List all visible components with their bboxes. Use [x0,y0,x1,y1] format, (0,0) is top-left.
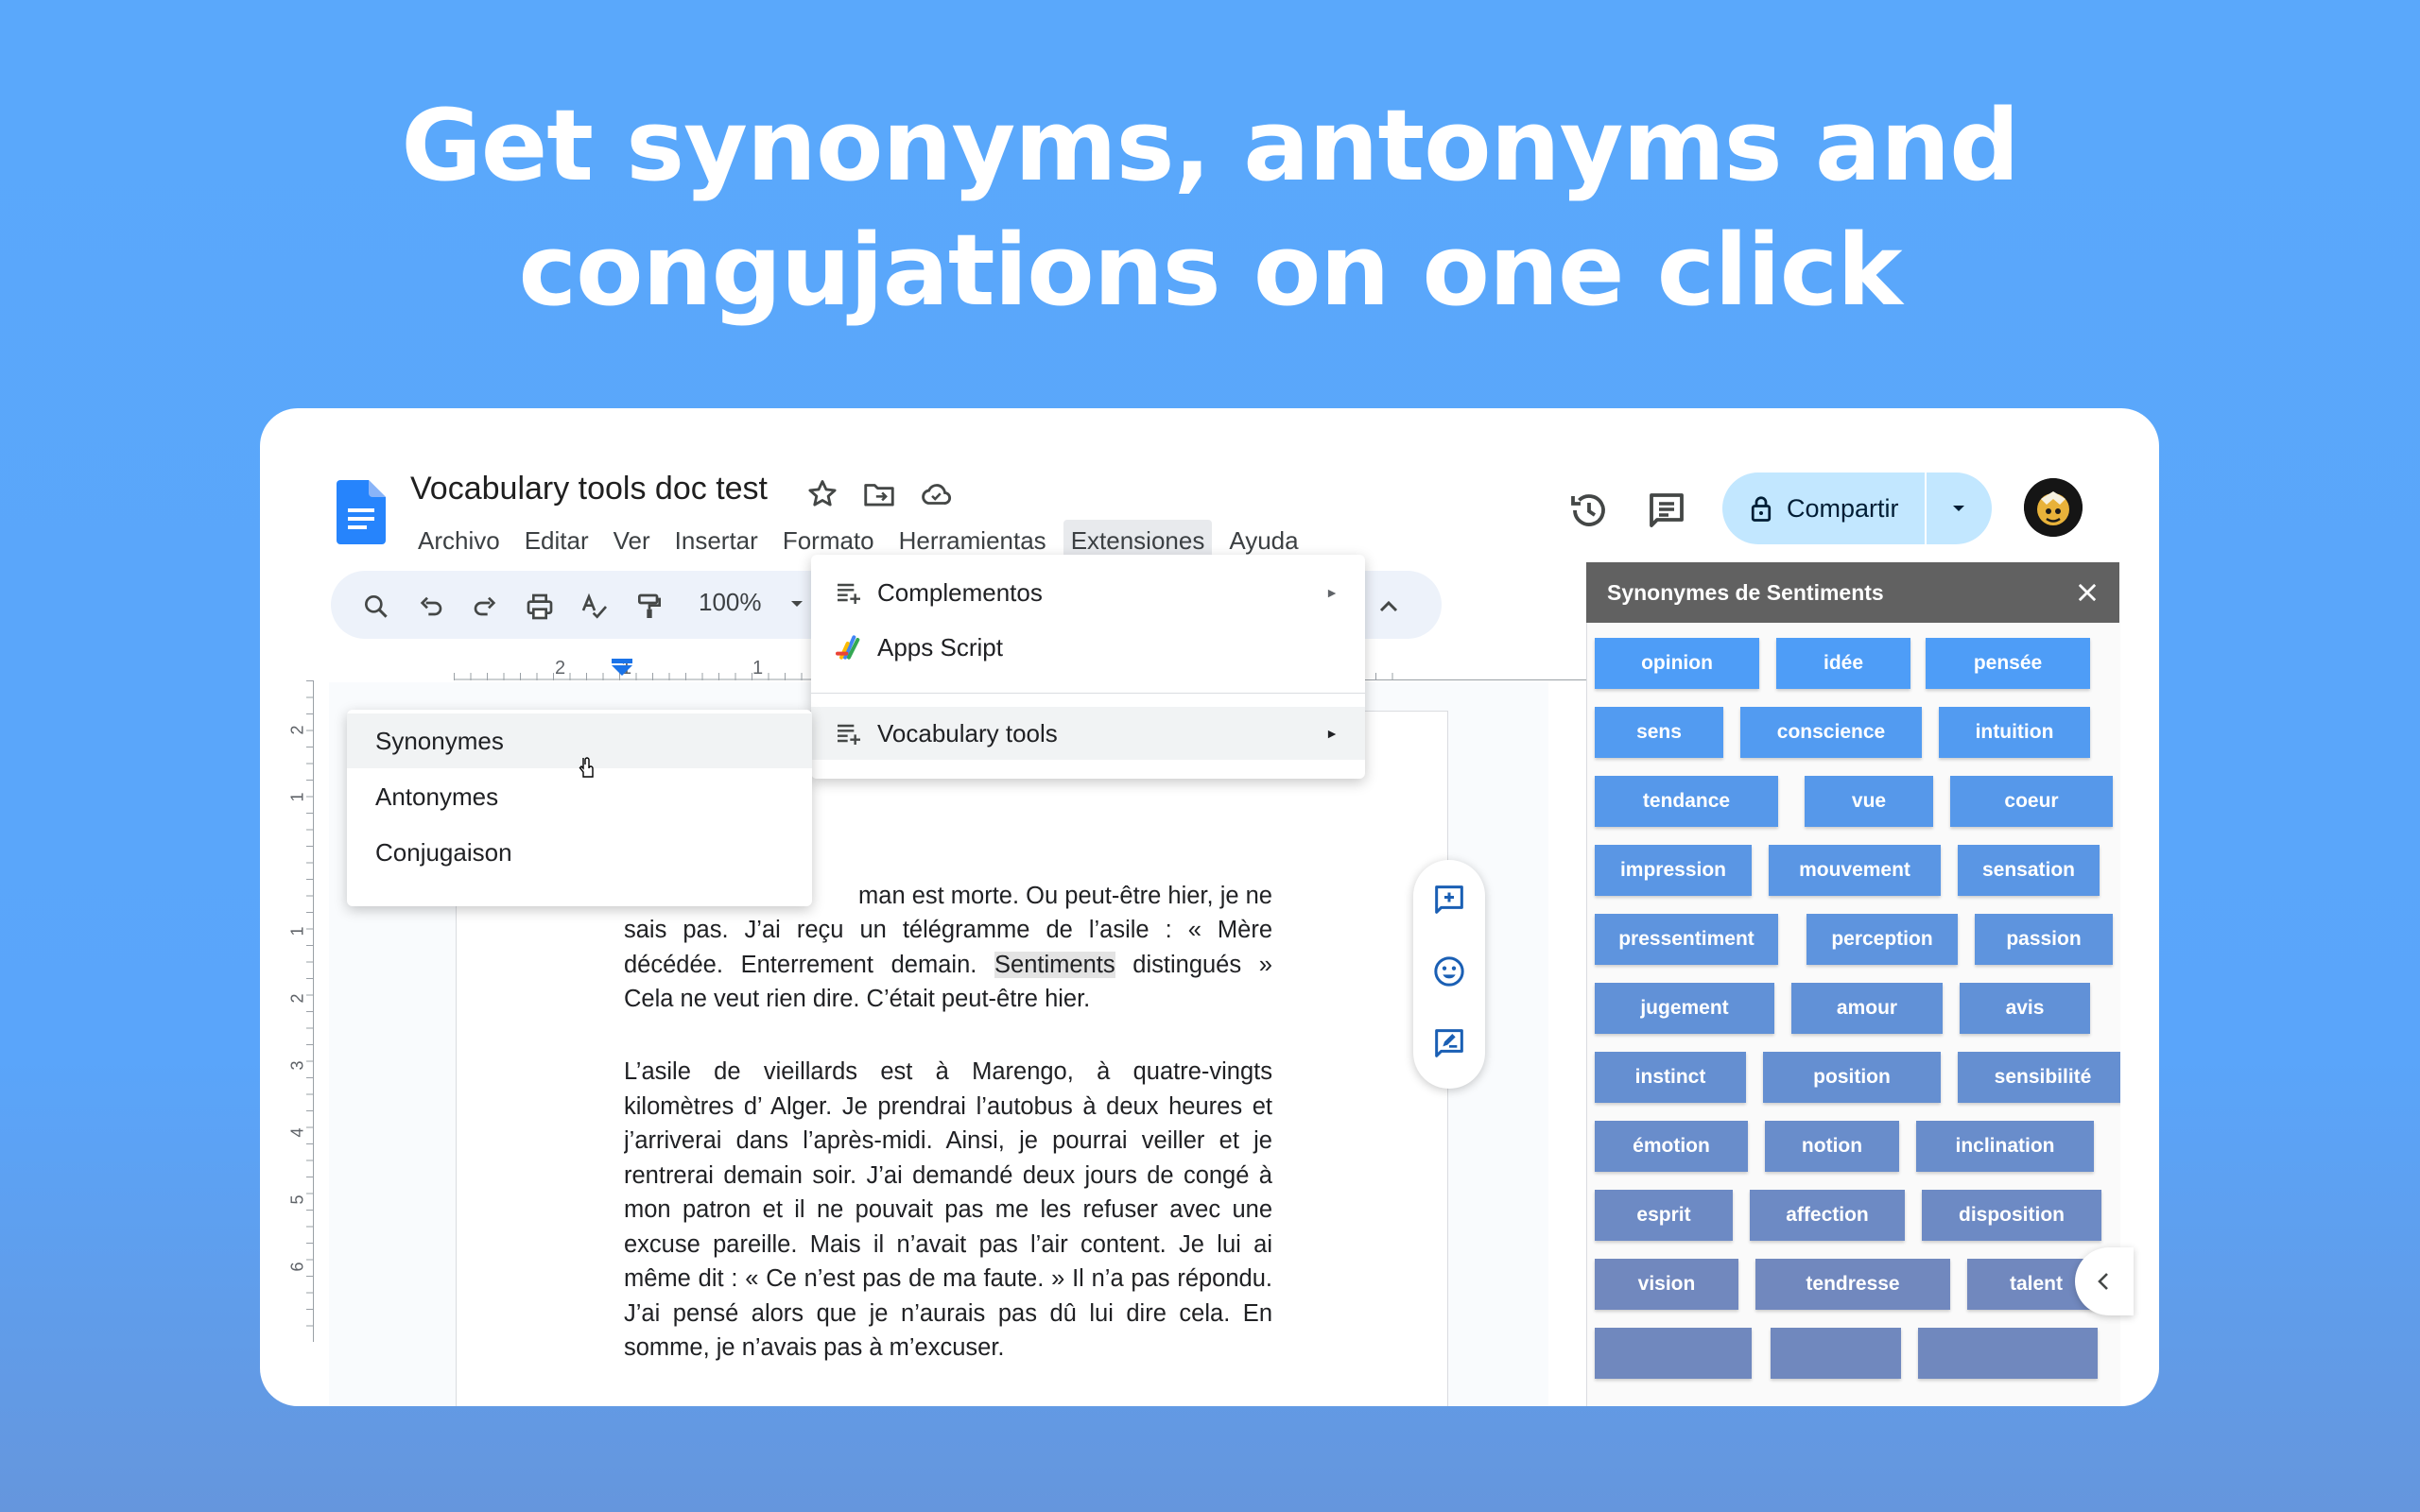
synonym-chip[interactable]: sens [1595,707,1723,758]
lock-icon [1749,494,1773,523]
synonym-chip[interactable]: esprit [1595,1190,1733,1241]
emoji-reaction-icon[interactable] [1430,953,1468,990]
version-history-icon[interactable] [1566,488,1612,533]
share-button[interactable]: Compartir [1722,472,1992,544]
synonym-chip[interactable]: position [1763,1052,1941,1103]
synonym-chip-partial[interactable] [1771,1328,1901,1379]
suggest-edits-icon[interactable] [1430,1024,1468,1062]
extensions-menu: Complementos ► Apps Script Vocabulary to… [811,555,1365,779]
collapse-menus-icon[interactable] [1374,592,1404,622]
synonym-chip[interactable]: sensibilité [1958,1052,2120,1103]
undo-icon[interactable] [416,592,446,622]
zoom-dropdown-icon[interactable] [790,600,804,609]
synonym-chip[interactable]: opinion [1595,638,1759,689]
ruler-number: 2 [287,725,307,735]
synonym-chip[interactable]: sensation [1958,845,2100,896]
mouse-pointer-icon [579,756,596,779]
ruler-number: 2 [555,658,566,679]
paint-format-icon[interactable] [634,592,665,622]
vertical-ruler: 2 1 1 2 3 4 5 6 [288,680,314,1342]
synonyms-sidebar: opinion idée pensée sens conscience intuition… [1586,623,2120,1406]
cloud-saved-icon[interactable] [918,476,954,512]
synonym-chip[interactable]: passion [1975,914,2113,965]
synonym-chip[interactable]: émotion [1595,1121,1748,1172]
headline: Get synonyms, antonyms and congujations … [0,83,2420,333]
google-docs-icon[interactable] [337,480,386,544]
synonym-chip[interactable]: perception [1806,914,1958,965]
vocabulary-tools-submenu: Synonymes Antonymes Conjugaison [347,710,812,906]
add-list-icon [834,718,864,748]
floating-side-toolbar [1413,860,1485,1089]
menu-ver[interactable]: Ver [606,520,658,561]
ruler-number: 6 [287,1262,307,1272]
ruler-number: 4 [287,1127,307,1138]
add-comment-icon[interactable] [1430,881,1468,919]
user-avatar[interactable] [2024,478,2083,537]
apps-script-icon [834,632,864,662]
synonym-chip[interactable]: mouvement [1769,845,1941,896]
synonym-chip[interactable]: coeur [1950,776,2113,827]
document-title[interactable]: Vocabulary tools doc test [410,471,768,507]
chevron-left-icon [2098,1273,2108,1290]
menu-item-label: Vocabulary tools [877,718,1058,747]
sidebar-header: Synonymes de Sentiments [1586,562,2119,623]
synonym-chip[interactable]: amour [1791,983,1943,1034]
synonym-chip[interactable]: vue [1805,776,1933,827]
synonym-chip[interactable]: avis [1960,983,2090,1034]
menu-item-label: Complementos [877,577,1043,607]
synonym-chip[interactable]: pensée [1926,638,2090,689]
add-list-icon [834,577,864,608]
synonym-chip[interactable]: impression [1595,845,1752,896]
synonym-chip-partial[interactable] [1595,1328,1752,1379]
spellcheck-icon[interactable] [579,592,610,622]
search-icon[interactable] [361,592,391,622]
headline-line-1: Get synonyms, antonyms and [401,88,2019,203]
synonym-chip[interactable]: disposition [1922,1190,2101,1241]
menu-insertar[interactable]: Insertar [667,520,766,561]
side-panel-toggle[interactable] [2075,1247,2134,1315]
ruler-number: 1 [287,926,307,936]
star-icon[interactable] [804,476,840,512]
synonym-chip[interactable]: jugement [1595,983,1774,1034]
menu-item-apps-script[interactable]: Apps Script [811,621,1365,674]
submenu-arrow-icon: ► [1325,726,1339,741]
menu-item-label: Apps Script [877,632,1003,662]
selected-word[interactable]: Sentiments [994,951,1115,978]
synonym-chip[interactable]: affection [1750,1190,1905,1241]
ruler-number: 3 [287,1060,307,1071]
paragraph-1[interactable]: sais pas. J’ai reçu un télégramme de l’a… [624,913,1272,1017]
ruler-number: 2 [287,993,307,1004]
synonym-chip[interactable]: instinct [1595,1052,1746,1103]
zoom-select[interactable]: 100% [699,588,762,617]
submenu-arrow-icon: ► [1325,585,1339,600]
sidebar-title: Synonymes de Sentiments [1607,579,1884,605]
synonym-chip[interactable]: idée [1776,638,1910,689]
print-icon[interactable] [525,592,555,622]
synonym-chip-partial[interactable] [1918,1328,2098,1379]
menu-archivo[interactable]: Archivo [410,520,508,561]
redo-icon[interactable] [470,592,500,622]
synonym-chip[interactable]: intuition [1939,707,2090,758]
synonym-chip[interactable]: notion [1765,1121,1899,1172]
app-window: Vocabulary tools doc test Archivo Editar… [260,408,2159,1406]
synonym-chip[interactable]: vision [1595,1259,1738,1310]
comments-icon[interactable] [1644,488,1689,533]
ruler-number: 5 [287,1194,307,1205]
synonym-chip[interactable]: tendance [1595,776,1778,827]
close-icon[interactable] [2074,579,2100,606]
synonym-chip[interactable]: conscience [1740,707,1922,758]
menu-item-complementos[interactable]: Complementos ► [811,566,1365,619]
synonym-chip[interactable]: pressentiment [1595,914,1778,965]
share-label: Compartir [1787,493,1899,523]
move-folder-icon[interactable] [861,476,897,512]
menu-item-vocabulary-tools[interactable]: Vocabulary tools ► [811,707,1365,760]
headline-line-2: congujations on one click [518,213,1902,328]
ruler-number: 1 [287,792,307,802]
share-dropdown-icon[interactable] [1927,472,1990,544]
synonym-chip[interactable]: inclination [1916,1121,2094,1172]
paragraph-2[interactable]: L’asile de vieillards est à Marengo, à q… [624,1055,1272,1406]
menu-editar[interactable]: Editar [517,520,596,561]
menu-item-conjugaison[interactable]: Conjugaison [347,825,812,880]
synonym-chip[interactable]: tendresse [1755,1259,1950,1310]
